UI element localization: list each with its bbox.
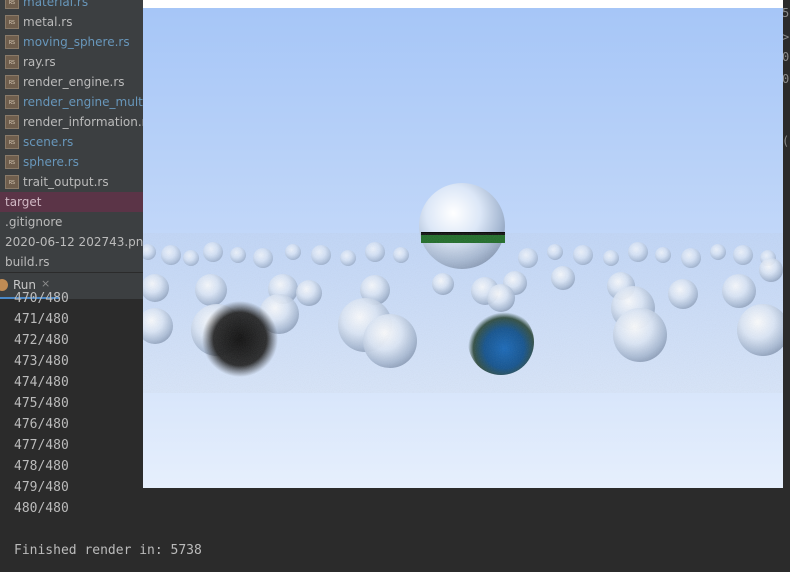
rust-file-icon: RS	[5, 95, 19, 109]
file-tree-item-label: scene.rs	[23, 135, 74, 149]
console-progress-line: 476/480	[14, 417, 69, 432]
editor-gutter-glyph: 0	[782, 72, 790, 86]
file-tree-item-label: .gitignore	[5, 215, 63, 229]
editor-gutter-glyph: >	[782, 30, 790, 44]
noise-overlay	[143, 233, 783, 393]
file-tree-item[interactable]: RS ray.rs	[0, 52, 143, 72]
rust-file-icon: RS	[5, 75, 19, 89]
file-tree-item[interactable]: RS render_information.rs	[0, 112, 143, 132]
file-tree-item[interactable]: RS render_engine.rs	[0, 72, 143, 92]
editor-gutter-glyph: (	[782, 134, 790, 148]
file-tree-item[interactable]: RS moving_sphere.rs	[0, 32, 143, 52]
file-tree-item-label: moving_sphere.rs	[23, 35, 130, 49]
file-tree-item-label: render_engine.rs	[23, 75, 125, 89]
file-tree-item[interactable]: RS trait_output.rs	[0, 172, 143, 192]
console-progress-line: 478/480	[14, 459, 69, 474]
rust-file-icon: RS	[5, 135, 19, 149]
console-progress-line: 480/480	[14, 501, 69, 516]
rust-file-icon: RS	[5, 175, 19, 189]
rust-file-icon: RS	[5, 115, 19, 129]
finished-render-message: Finished render in: 5738	[14, 543, 202, 558]
file-tree-item-label: ray.rs	[23, 55, 56, 69]
console-progress-line: 479/480	[14, 480, 69, 495]
console-progress-line: 470/480	[14, 291, 69, 306]
file-tree-item[interactable]: RS sphere.rs	[0, 152, 143, 172]
file-tree-item[interactable]: RS material.rs	[0, 0, 143, 12]
project-file-tree: RS material.rs RS metal.rs RS moving_sphere.r…	[0, 0, 143, 272]
rust-file-icon: RS	[5, 15, 19, 29]
console-progress-line: 471/480	[14, 312, 69, 327]
file-tree-item[interactable]: 2020-06-12 202743.png	[0, 232, 143, 252]
file-tree-item-label: material.rs	[23, 0, 89, 9]
console-progress-line: 473/480	[14, 354, 69, 369]
render-image	[143, 8, 783, 488]
file-tree-item[interactable]: RS scene.rs	[0, 132, 143, 152]
file-tree-item-label: target	[5, 195, 42, 209]
run-icon	[0, 279, 8, 291]
rust-file-icon: RS	[5, 155, 19, 169]
file-tree-item[interactable]: RS metal.rs	[0, 12, 143, 32]
console-progress-line: 472/480	[14, 333, 69, 348]
file-tree-item-label: trait_output.rs	[23, 175, 109, 189]
file-tree-item[interactable]: target	[0, 192, 143, 212]
run-console[interactable]: 470/480 471/480 472/480 473/480 474/480 475/4…	[0, 291, 143, 572]
console-progress-line: 475/480	[14, 396, 69, 411]
rust-file-icon: RS	[5, 55, 19, 69]
render-output-window[interactable]	[143, 0, 783, 488]
rust-file-icon: RS	[5, 0, 19, 9]
editor-gutter-glyph: 0	[782, 50, 790, 64]
editor-gutter-glyph: 5	[782, 6, 790, 20]
rust-file-icon: RS	[5, 35, 19, 49]
file-tree-item-label: render_engine_multith	[23, 95, 143, 109]
file-tree-item-label: sphere.rs	[23, 155, 79, 169]
console-progress-line: 474/480	[14, 375, 69, 390]
file-tree-item[interactable]: .gitignore	[0, 212, 143, 232]
file-tree-item[interactable]: build.rs	[0, 252, 143, 272]
file-tree-item-label: metal.rs	[23, 15, 73, 29]
file-tree-item[interactable]: RS render_engine_multith	[0, 92, 143, 112]
file-tree-item-label: render_information.rs	[23, 115, 143, 129]
console-progress-line: 477/480	[14, 438, 69, 453]
file-tree-item-label: build.rs	[5, 255, 50, 269]
file-tree-item-label: 2020-06-12 202743.png	[5, 235, 143, 249]
